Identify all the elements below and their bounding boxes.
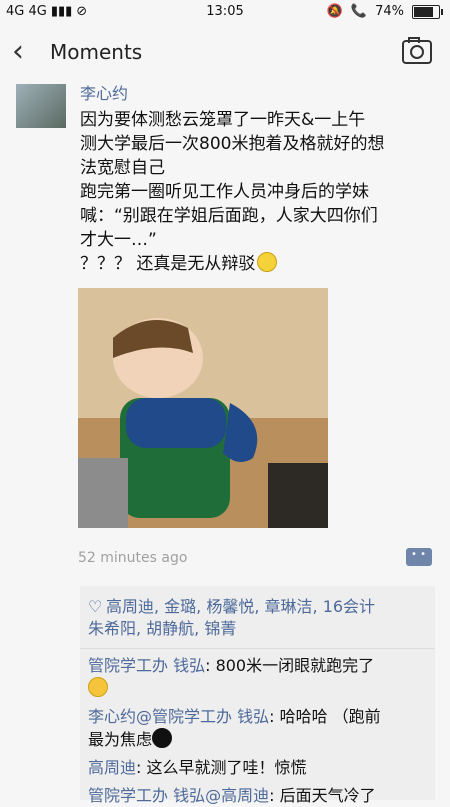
page-title: Moments — [50, 40, 143, 64]
laugh-emoji-icon — [88, 677, 108, 697]
comment-author[interactable]: 管院学工办 钱弘@高周迪 — [88, 786, 269, 805]
avatar[interactable] — [16, 84, 66, 128]
comment-text: : 这么早就测了哇！惊慌 — [136, 758, 307, 777]
battery-icon — [412, 4, 443, 19]
more-options-icon[interactable] — [406, 548, 432, 566]
post-line-last: ？？？ 还真是无从辩驳 — [80, 252, 435, 276]
comment-text-cont: 最为焦虑 — [88, 730, 153, 749]
status-right: 🔕 📞 74% — [326, 4, 443, 19]
photo-image — [78, 288, 328, 528]
post-line: 因为要体测愁云笼罩了一昨天&一上午 — [80, 110, 366, 130]
post-line: 法宽慰自己 — [80, 158, 165, 178]
comment-text: : 后面天气冷了 — [269, 786, 376, 805]
comment-item[interactable]: 李心约@管院学工办 钱弘: 哈哈哈 （跑前 最为焦虑 — [80, 700, 435, 751]
post-line: ？？？ 还真是无从辩驳 — [80, 254, 256, 274]
status-bar: 4G 4G ▮▮▮ ⊘ 13:05 🔕 📞 74% — [0, 0, 450, 24]
penguin-emoji-icon — [152, 728, 173, 748]
mute-icon: 🔕 — [326, 4, 343, 19]
call-icon: 📞 — [350, 4, 368, 19]
top-nav: ‹ Moments — [0, 24, 450, 82]
comment-author[interactable]: 管院学工办 钱弘 — [88, 656, 205, 675]
comment-text: : 哈哈哈 （跑前 — [269, 707, 381, 726]
comment-text: : 800米一闭眼就跑完了 — [205, 656, 375, 675]
comments-panel: ♡ 高周迪, 金璐, 杨馨悦, 章琳洁, 16会计 朱希阳, 胡静航, 锦菁 管院… — [80, 586, 435, 805]
comment-item[interactable]: 管院学工办 钱弘@高周迪: 后面天气冷了 — [80, 779, 435, 807]
post-timestamp: 52 minutes ago — [78, 550, 188, 566]
comment-author[interactable]: 李心约@管院学工办 钱弘 — [88, 707, 269, 726]
post-photo[interactable] — [78, 288, 328, 528]
battery-percentage: 74% — [375, 4, 404, 19]
comment-author[interactable]: 高周迪 — [88, 758, 136, 777]
back-icon[interactable]: ‹ — [12, 34, 24, 69]
camera-icon[interactable] — [402, 37, 432, 64]
post-line: 测大学最后一次800米抱着及格就好的想 — [80, 134, 385, 154]
post-text: 因为要体测愁云笼罩了一昨天&一上午 测大学最后一次800米抱着及格就好的想 法宽… — [80, 108, 435, 276]
post-line: 才大一…” — [80, 230, 157, 250]
speechless-emoji-icon — [257, 252, 278, 272]
comment-item[interactable]: 管院学工办 钱弘: 800米一闭眼就跑完了 — [80, 649, 435, 700]
likes-text-line1[interactable]: 高周迪, 金璐, 杨馨悦, 章琳洁, 16会计 — [106, 597, 375, 616]
comment-item[interactable]: 高周迪: 这么早就测了哇！惊慌 — [80, 751, 435, 779]
like-heart-icon: ♡ — [88, 597, 103, 616]
likes-list: ♡ 高周迪, 金璐, 杨馨悦, 章琳洁, 16会计 朱希阳, 胡静航, 锦菁 — [80, 586, 435, 649]
post-line: 跑完第一圈听见工作人员冲身后的学妹 — [80, 182, 369, 202]
post-line: 喊：“别跟在学姐后面跑，人家大四你们 — [80, 206, 378, 226]
post-author[interactable]: 李心约 — [80, 80, 128, 104]
likes-text-line2[interactable]: 朱希阳, 胡静航, 锦菁 — [88, 619, 236, 638]
